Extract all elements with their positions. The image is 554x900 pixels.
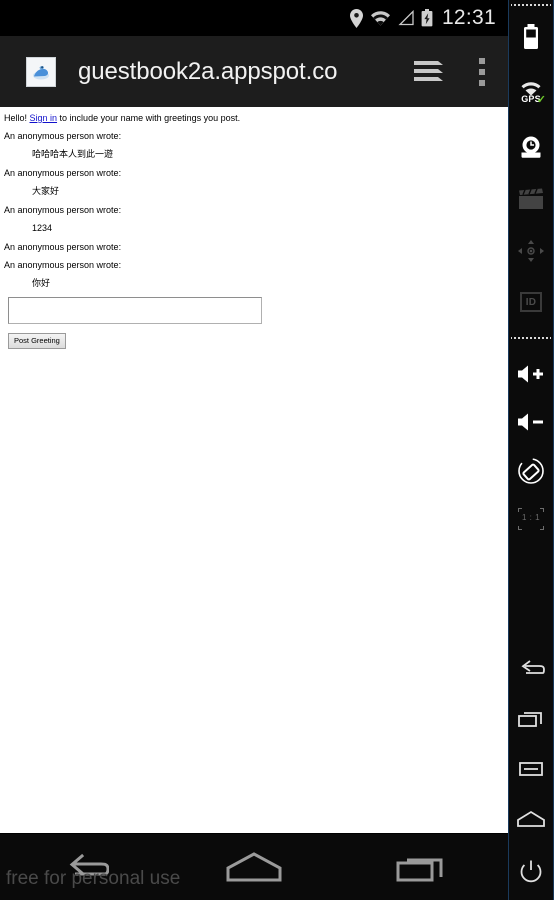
panel-home-button[interactable] [508, 794, 554, 844]
volume-up-glyph [518, 365, 543, 383]
post-greeting-form: Post Greeting [4, 297, 504, 349]
panel-back-button[interactable] [508, 644, 554, 694]
location-pin-icon [349, 8, 363, 28]
entry-author: An anonymous person wrote: [4, 131, 122, 141]
battery-charging-icon [421, 9, 433, 27]
overflow-menu-icon[interactable] [456, 36, 508, 107]
signin-prompt: Hello! Sign in to include your name with… [4, 113, 504, 124]
id-label: ID [520, 292, 542, 312]
ratio-label: 1 : 1 [521, 513, 541, 522]
signin-prompt-after: to include your name with greetings you … [57, 113, 241, 123]
tabs-stack-icon[interactable] [402, 36, 456, 107]
entry-message: 你好 [32, 278, 51, 288]
gps-glyph: GPS ✓ [520, 82, 546, 106]
cell-signal-icon [398, 10, 414, 26]
rotate-glyph [518, 458, 544, 484]
battery-glyph [524, 24, 538, 49]
recents-icon [396, 858, 443, 882]
recents-icon [518, 712, 542, 727]
panel-menu-button[interactable] [508, 744, 554, 794]
gps-icon[interactable]: GPS ✓ [508, 65, 554, 121]
clapperboard-icon[interactable] [508, 173, 554, 225]
id-icon[interactable]: ID [508, 277, 554, 327]
rotate-icon[interactable] [508, 446, 554, 496]
entry-author: An anonymous person wrote: [4, 205, 122, 215]
signin-prompt-before: Hello! [4, 113, 30, 123]
volume-down-icon[interactable] [508, 398, 554, 446]
favicon-glyph [33, 65, 49, 79]
entry-author: An anonymous person wrote: [4, 168, 122, 178]
entry-author: An anonymous person wrote: [4, 260, 122, 270]
emulator-window: 12:31 guestbook2a.appspot.co Hello! Sign… [0, 0, 554, 900]
back-button[interactable] [0, 834, 169, 900]
panel-power-button[interactable] [508, 844, 554, 900]
recents-button[interactable] [339, 834, 508, 900]
ratio-glyph: 1 : 1 [518, 508, 544, 530]
site-favicon [26, 56, 56, 87]
sign-in-link[interactable]: Sign in [30, 113, 58, 123]
volume-up-icon[interactable] [508, 350, 554, 398]
menu-icon [519, 762, 543, 776]
browser-toolbar: guestbook2a.appspot.co [0, 36, 508, 107]
emulator-side-panel: GPS ✓ ID 1: 1 [508, 0, 554, 900]
entry-message: 哈哈哈本人到此一遊 [32, 149, 114, 159]
wifi-icon [370, 11, 390, 26]
status-bar-icons [349, 8, 433, 28]
clapperboard-glyph [519, 188, 543, 209]
volume-down-glyph [518, 413, 543, 431]
camera-icon[interactable] [508, 121, 554, 173]
entry-message: 1234 [32, 223, 53, 233]
home-icon [517, 810, 545, 827]
greeting-input[interactable] [8, 297, 262, 324]
camera-glyph [521, 136, 541, 158]
battery-icon[interactable] [508, 9, 554, 65]
status-bar: 12:31 [0, 0, 508, 36]
gps-check-icon: ✓ [536, 94, 546, 106]
home-icon [226, 852, 282, 882]
url-text[interactable]: guestbook2a.appspot.co [78, 58, 402, 86]
panel-separator-top [511, 2, 551, 7]
dpad-icon[interactable] [508, 225, 554, 277]
tabs-stack-glyph [414, 60, 443, 81]
entry-message: 大家好 [32, 186, 60, 196]
zoom-actual-size-icon[interactable]: 1 : 1 [508, 496, 554, 542]
status-bar-clock: 12:31 [441, 6, 496, 29]
back-icon [69, 853, 109, 876]
back-icon [521, 660, 545, 674]
web-page-content: Hello! Sign in to include your name with… [0, 107, 508, 833]
post-greeting-button[interactable]: Post Greeting [8, 333, 66, 349]
panel-separator-middle [511, 335, 551, 340]
device-screen: 12:31 guestbook2a.appspot.co Hello! Sign… [0, 0, 508, 900]
android-nav-bar [0, 834, 508, 900]
power-icon [520, 860, 542, 883]
overflow-menu-dots [479, 57, 485, 86]
entry-author: An anonymous person wrote: [4, 242, 122, 252]
panel-recents-button[interactable] [508, 694, 554, 744]
home-button[interactable] [169, 834, 338, 900]
dpad-glyph [518, 240, 544, 262]
